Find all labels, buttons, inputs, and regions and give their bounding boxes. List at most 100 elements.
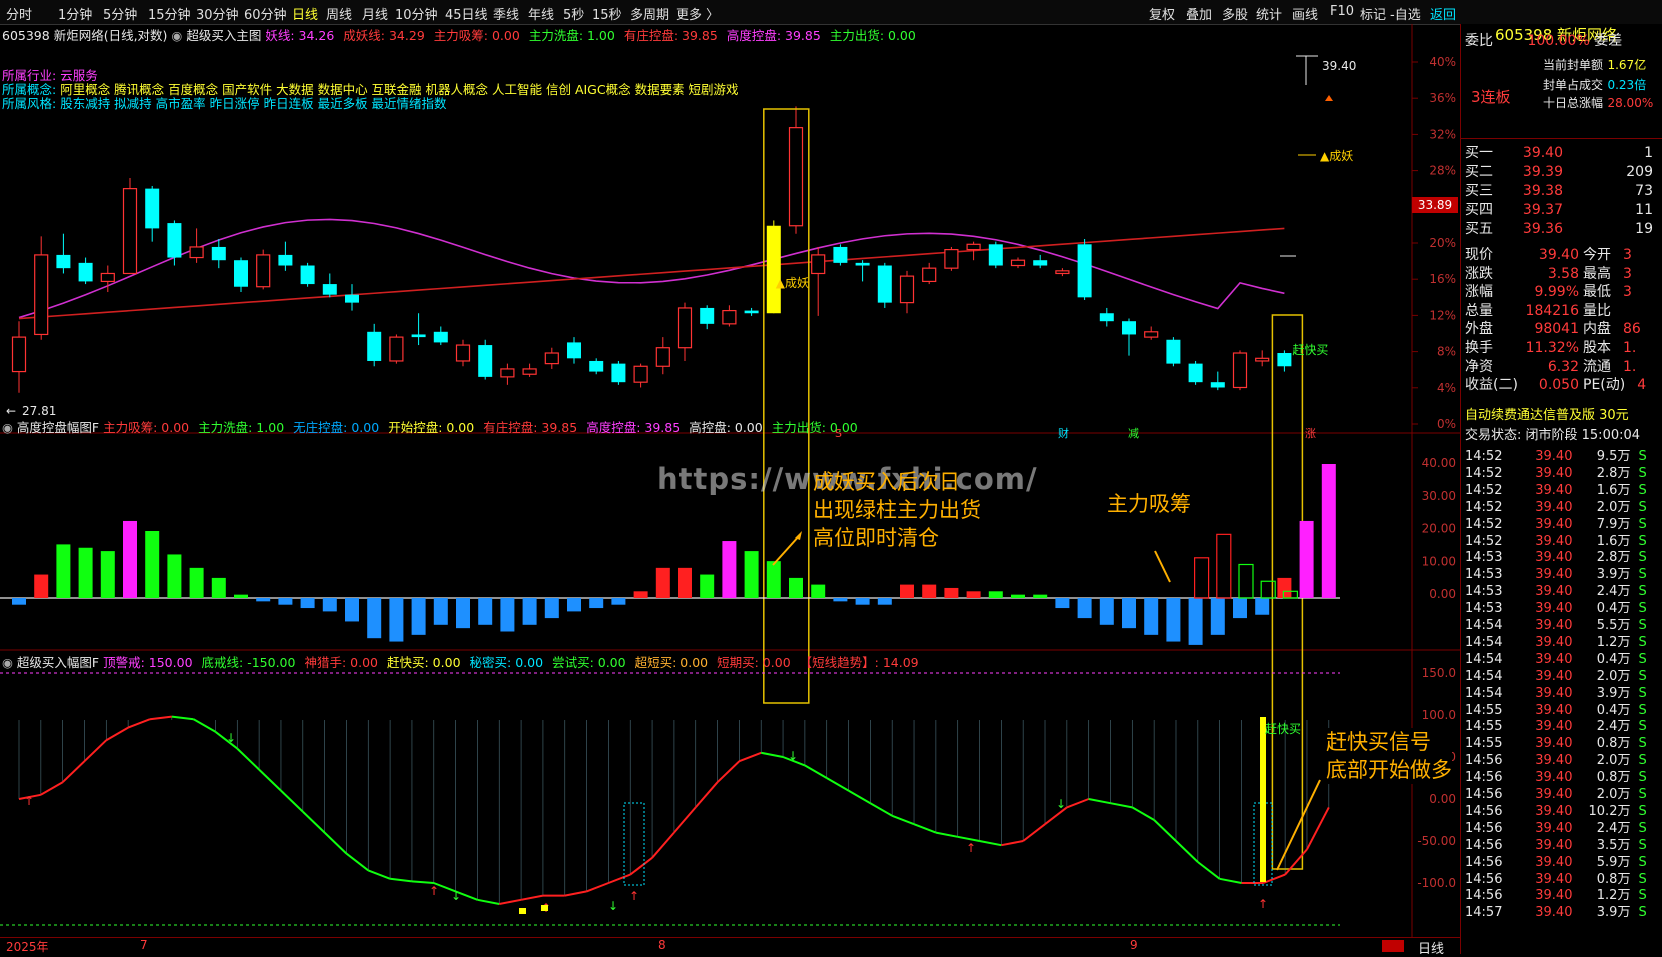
panel2-bar-40	[900, 584, 914, 598]
panel3-curve-seg-45	[1001, 840, 1024, 847]
panel3-up-marker-3: ↑	[629, 889, 639, 903]
quote-separator	[1461, 138, 1662, 139]
toolbar-right-5[interactable]: F10	[1330, 4, 1354, 19]
toolbar-right-4[interactable]: 画线	[1292, 4, 1318, 23]
panel2-bar-10	[234, 594, 248, 598]
panel2-title[interactable]: 高度控盘幅图F	[17, 420, 99, 435]
period-tab-9[interactable]: 10分钟	[395, 4, 438, 23]
annotation-arrow-accumulate	[1154, 550, 1171, 583]
panel3-curve-seg-3	[83, 739, 108, 762]
panel3-value-3: 赶快买: 0.00	[387, 655, 461, 670]
toolbar-right-8[interactable]: 返回	[1430, 4, 1456, 23]
panel3-curve-seg-2	[61, 760, 86, 783]
annotation-accumulate: 主力吸筹	[1107, 492, 1191, 516]
panel2-value-7: 主力出货: 0.00	[771, 420, 858, 435]
panel2-bar-19	[433, 598, 448, 625]
panel2-value-2: 无庄控盘: 0.00	[293, 420, 380, 435]
candle-body-19	[433, 331, 448, 343]
panel2-bar-57	[1277, 577, 1292, 598]
panel3-down-marker-2: ↓	[608, 899, 618, 913]
quote-weibi: 委比 100.00% 委差4	[1465, 33, 1623, 49]
candle-body-34	[766, 225, 781, 314]
panel3-yaxis-label-0: 150.0	[1422, 666, 1456, 680]
panel3-curve-seg-4	[105, 726, 129, 742]
panel2-bar-51	[1144, 598, 1159, 635]
toolbar-right-0[interactable]: 复权	[1149, 4, 1175, 23]
toolbar-right-1[interactable]: 叠加	[1186, 4, 1212, 23]
period-tab-8[interactable]: 月线	[362, 4, 388, 23]
panel2-bar-54	[1210, 598, 1225, 635]
panel3-settings-icon[interactable]: ◉	[2, 655, 13, 670]
panel3-title[interactable]: 超级买入幅图F	[17, 655, 99, 670]
panel2-bar-11	[256, 598, 271, 602]
toolbar-right-7[interactable]: -自选	[1390, 4, 1421, 23]
axis-period-label[interactable]: 日线	[1418, 938, 1444, 957]
panel3-curve-seg-53	[1175, 840, 1199, 863]
period-tab-0[interactable]: 分时	[6, 4, 32, 23]
candle-body-7	[167, 223, 182, 258]
period-tab-16[interactable]: 更多 〉	[676, 4, 719, 23]
candle-body-43	[966, 243, 981, 251]
panel2-header: ◉ 高度控盘幅图F 主力吸筹: 0.00 主力洗盘: 1.00 无庄控盘: 0.00…	[2, 417, 867, 436]
period-tab-12[interactable]: 年线	[528, 4, 554, 23]
period-tab-2[interactable]: 5分钟	[103, 4, 137, 23]
panel3-curve-seg-38	[848, 789, 871, 805]
candle-body-18	[411, 334, 426, 338]
period-tab-5[interactable]: 60分钟	[244, 4, 287, 23]
period-tab-7[interactable]: 周线	[326, 4, 352, 23]
panel2-value-0: 主力吸筹: 0.00	[103, 420, 190, 435]
panel2-value-4: 有庄控盘: 39.85	[483, 420, 578, 435]
panel3-yaxis-label-3: 0.00	[1429, 792, 1456, 806]
annotation-buy-line2: 底部开始做多	[1326, 758, 1452, 782]
candle-body-27	[611, 363, 626, 383]
high-marker-label: 39.40	[1322, 59, 1356, 73]
panel2-value-5: 高度控盘: 39.85	[586, 420, 681, 435]
panel3-curve-seg-48	[1066, 798, 1090, 809]
period-tab-13[interactable]: 5秒	[563, 4, 584, 23]
panel3-curve-seg-40	[891, 814, 915, 826]
panel3-curve-seg-41	[913, 823, 937, 834]
axis-scroll-button[interactable]	[1382, 940, 1404, 952]
period-tab-6[interactable]: 日线	[292, 4, 318, 23]
candle-body-26	[589, 360, 604, 372]
toolbar-right-6[interactable]: 标记	[1360, 4, 1386, 23]
quote-buy-1: 买二 39.39 209	[1465, 164, 1653, 180]
annotation-sell: 成妖买入后次日 出现绿柱主力出货 高位即时清仓	[813, 468, 981, 552]
period-tab-3[interactable]: 15分钟	[148, 4, 191, 23]
period-tab-4[interactable]: 30分钟	[196, 4, 239, 23]
period-tab-11[interactable]: 季线	[493, 4, 519, 23]
candle-body-53	[1188, 363, 1203, 383]
quote-stat-6: 净资 6.32 流通 1.	[1465, 358, 1637, 375]
period-tab-1[interactable]: 1分钟	[58, 4, 92, 23]
panel2-bar-50	[1122, 598, 1136, 629]
candle-body-41	[922, 267, 937, 283]
period-tab-14[interactable]: 15秒	[592, 4, 622, 23]
gankuai-label-main: 赶快买	[1292, 343, 1328, 357]
main-yaxis-label-7: 12%	[1429, 308, 1456, 322]
panel2-bar-37	[833, 598, 848, 602]
panel2-bar-52	[1166, 598, 1181, 642]
period-tab-15[interactable]: 多周期	[630, 4, 669, 23]
quote-buy-3: 买四 39.37 11	[1465, 202, 1653, 218]
toolbar-right-2[interactable]: 多股	[1222, 4, 1248, 23]
current-price-tag: 33.89	[1418, 198, 1452, 212]
panel2-settings-icon[interactable]: ◉	[2, 420, 13, 435]
panel2-bar-55	[1233, 598, 1247, 619]
panel3-small-yellow-2	[541, 905, 548, 911]
toolbar-right-3[interactable]: 统计	[1256, 4, 1282, 23]
period-tab-10[interactable]: 45日线	[445, 4, 488, 23]
event-flag-2: 减	[1128, 427, 1139, 440]
panel2-bar-35	[789, 577, 803, 598]
main-yaxis-label-6: 16%	[1429, 272, 1456, 286]
panel2-bar-38	[855, 598, 870, 605]
candle-body-40	[899, 275, 915, 304]
panel2-yaxis-label-1: 30.00	[1422, 489, 1456, 503]
quote-stat-0: 现价 39.40 今开 3	[1465, 247, 1632, 263]
panel3-curve-seg-31	[694, 781, 719, 809]
panel3-curve-seg-32	[716, 760, 741, 783]
panel3-yaxis-label-4: -50.00	[1417, 834, 1456, 848]
panel2-bar-18	[411, 598, 426, 635]
panel3-curve-seg-16	[367, 869, 391, 880]
main-yaxis-label-3: 28%	[1429, 164, 1456, 178]
panel2-bar-16	[367, 598, 382, 639]
